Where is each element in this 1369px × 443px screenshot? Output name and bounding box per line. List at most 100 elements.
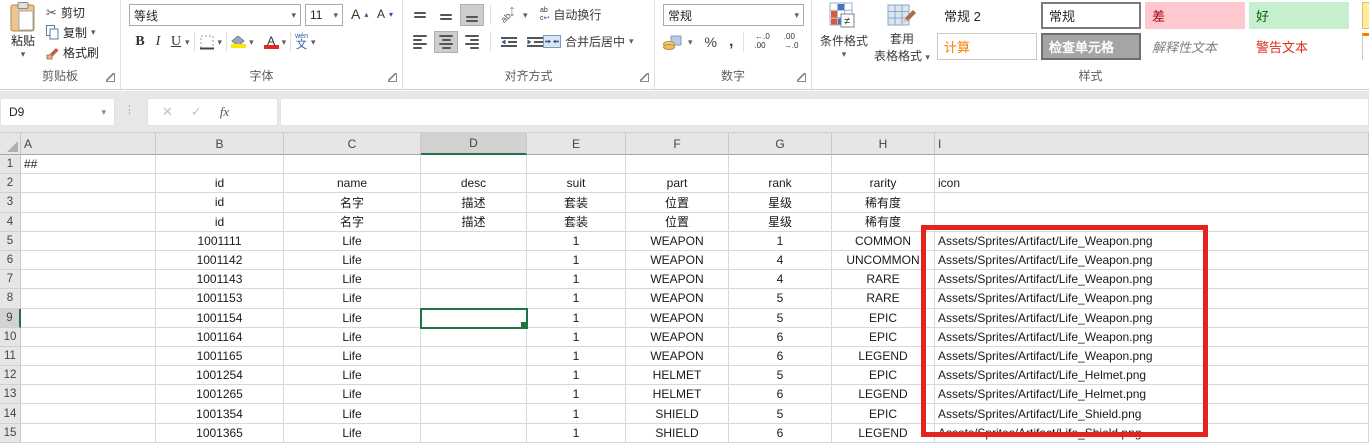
row-header-10[interactable]: 10 xyxy=(0,328,21,347)
cell-C11[interactable]: Life xyxy=(284,347,421,366)
cell-A15[interactable] xyxy=(21,424,156,443)
orientation-button[interactable]: ab⤢ xyxy=(497,4,521,26)
row-header-14[interactable]: 14 xyxy=(0,404,21,423)
cell-E3[interactable]: 套装 xyxy=(527,193,626,212)
accounting-format-icon[interactable] xyxy=(663,35,682,50)
decrease-decimal-button[interactable]: .00 →.0 xyxy=(784,33,799,51)
cell-B3[interactable]: id xyxy=(156,193,284,212)
cell-A4[interactable] xyxy=(21,213,156,232)
cell-C2[interactable]: name xyxy=(284,174,421,193)
format-as-table-button[interactable]: 套用 表格格式 ▾ xyxy=(872,2,932,64)
number-format-combo[interactable]: 常规 ▾ xyxy=(663,4,804,26)
cell-E1[interactable] xyxy=(527,155,626,174)
phonetic-button[interactable]: wén 文 xyxy=(295,33,308,51)
cell-A2[interactable] xyxy=(21,174,156,193)
cell-F7[interactable]: WEAPON xyxy=(626,270,729,289)
column-header-G[interactable]: G xyxy=(729,133,832,155)
orientation-dropdown-icon[interactable]: ▾ xyxy=(523,10,528,21)
cell-C10[interactable]: Life xyxy=(284,328,421,347)
cell-A5[interactable] xyxy=(21,232,156,251)
cell-D15[interactable] xyxy=(421,424,527,443)
fill-color-dropdown-icon[interactable]: ▾ xyxy=(249,37,254,48)
style-cell-good[interactable]: 好 xyxy=(1249,2,1349,29)
cell-A11[interactable] xyxy=(21,347,156,366)
row-header-13[interactable]: 13 xyxy=(0,385,21,404)
cell-B10[interactable]: 1001164 xyxy=(156,328,284,347)
cell-E4[interactable]: 套装 xyxy=(527,213,626,232)
column-header-D[interactable]: D xyxy=(421,133,527,155)
wrap-text-button[interactable]: ab c↩ 自动换行 xyxy=(540,6,601,23)
cell-G9[interactable]: 5 xyxy=(729,309,832,328)
cell-F4[interactable]: 位置 xyxy=(626,213,729,232)
cell-I15[interactable]: Assets/Sprites/Artifact/Life_Shield.png xyxy=(935,424,1369,443)
cell-D9[interactable] xyxy=(421,309,527,328)
cell-G6[interactable]: 4 xyxy=(729,251,832,270)
cell-H5[interactable]: COMMON xyxy=(832,232,935,251)
comma-style-button[interactable]: , xyxy=(729,33,733,51)
cell-G5[interactable]: 1 xyxy=(729,232,832,251)
paste-dropdown-icon[interactable]: ▾ xyxy=(4,49,42,60)
style-cell-warning[interactable]: 警告文本 xyxy=(1249,33,1349,60)
cell-I5[interactable]: Assets/Sprites/Artifact/Life_Weapon.png xyxy=(935,232,1369,251)
row-header-5[interactable]: 5 xyxy=(0,232,21,251)
cell-G11[interactable]: 6 xyxy=(729,347,832,366)
cell-A9[interactable] xyxy=(21,309,156,328)
format-painter-button[interactable]: 格式刷 xyxy=(46,44,99,61)
cell-H11[interactable]: LEGEND xyxy=(832,347,935,366)
font-color-dropdown-icon[interactable]: ▾ xyxy=(282,37,287,48)
increase-decimal-button[interactable]: ←.0 .00 xyxy=(754,33,769,51)
cell-E11[interactable]: 1 xyxy=(527,347,626,366)
cell-C7[interactable]: Life xyxy=(284,270,421,289)
font-color-button[interactable]: A xyxy=(264,35,279,49)
cell-G10[interactable]: 6 xyxy=(729,328,832,347)
cell-G7[interactable]: 4 xyxy=(729,270,832,289)
cell-C9[interactable]: Life xyxy=(284,309,421,328)
cell-I13[interactable]: Assets/Sprites/Artifact/Life_Helmet.png xyxy=(935,385,1369,404)
cell-F10[interactable]: WEAPON xyxy=(626,328,729,347)
cell-A13[interactable] xyxy=(21,385,156,404)
decrease-indent-button[interactable] xyxy=(497,31,521,53)
cell-F15[interactable]: SHIELD xyxy=(626,424,729,443)
cell-I11[interactable]: Assets/Sprites/Artifact/Life_Weapon.png xyxy=(935,347,1369,366)
cell-H14[interactable]: EPIC xyxy=(832,404,935,423)
cell-A12[interactable] xyxy=(21,366,156,385)
cell-E12[interactable]: 1 xyxy=(527,366,626,385)
row-header-3[interactable]: 3 xyxy=(0,193,21,212)
copy-dropdown-icon[interactable]: ▾ xyxy=(91,27,96,38)
cell-B12[interactable]: 1001254 xyxy=(156,366,284,385)
underline-dropdown-icon[interactable]: ▾ xyxy=(185,37,190,48)
cell-B1[interactable] xyxy=(156,155,284,174)
cell-G14[interactable]: 5 xyxy=(729,404,832,423)
cell-E7[interactable]: 1 xyxy=(527,270,626,289)
cell-E6[interactable]: 1 xyxy=(527,251,626,270)
cell-H10[interactable]: EPIC xyxy=(832,328,935,347)
cell-H13[interactable]: LEGEND xyxy=(832,385,935,404)
cell-H9[interactable]: EPIC xyxy=(832,309,935,328)
cell-B2[interactable]: id xyxy=(156,174,284,193)
cell-C4[interactable]: 名字 xyxy=(284,213,421,232)
cell-C13[interactable]: Life xyxy=(284,385,421,404)
cell-E13[interactable]: 1 xyxy=(527,385,626,404)
cell-F5[interactable]: WEAPON xyxy=(626,232,729,251)
cell-H8[interactable]: RARE xyxy=(832,289,935,308)
cell-I4[interactable] xyxy=(935,213,1369,232)
cell-D5[interactable] xyxy=(421,232,527,251)
cell-E8[interactable]: 1 xyxy=(527,289,626,308)
align-middle-button[interactable] xyxy=(434,4,458,26)
cut-button[interactable]: ✂ 剪切 xyxy=(46,4,85,21)
cell-I8[interactable]: Assets/Sprites/Artifact/Life_Weapon.png xyxy=(935,289,1369,308)
cell-H2[interactable]: rarity xyxy=(832,174,935,193)
font-size-combo[interactable]: 11 ▾ xyxy=(305,4,343,26)
cell-F8[interactable]: WEAPON xyxy=(626,289,729,308)
cell-F3[interactable]: 位置 xyxy=(626,193,729,212)
style-cell-bad[interactable]: 差 xyxy=(1145,2,1245,29)
copy-button[interactable]: 复制 ▾ xyxy=(46,24,96,41)
column-header-B[interactable]: B xyxy=(156,133,284,155)
cell-I7[interactable]: Assets/Sprites/Artifact/Life_Weapon.png xyxy=(935,270,1369,289)
cell-B5[interactable]: 1001111 xyxy=(156,232,284,251)
row-header-8[interactable]: 8 xyxy=(0,289,21,308)
row-header-1[interactable]: 1 xyxy=(0,155,21,174)
cell-D3[interactable]: 描述 xyxy=(421,193,527,212)
cell-H6[interactable]: UNCOMMON xyxy=(832,251,935,270)
cell-G3[interactable]: 星级 xyxy=(729,193,832,212)
